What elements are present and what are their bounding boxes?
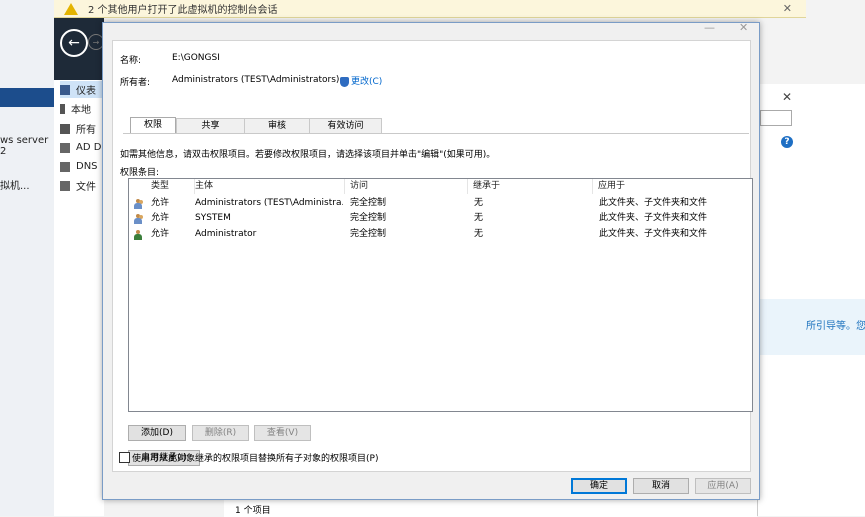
ok-button[interactable]: 确定 (571, 478, 627, 494)
cell-principal: Administrators (TEST\Administra... (195, 198, 343, 208)
column-type[interactable]: 类型 (146, 179, 195, 194)
left-item-vm[interactable]: 拟机... (0, 177, 30, 192)
permission-row[interactable]: 允许 Administrators (TEST\Administra... 完全… (129, 196, 750, 211)
dialog-title-bar: — ✕ (103, 21, 759, 37)
close-icon[interactable]: ✕ (739, 21, 748, 34)
desktop-left-strip: ws server 2 拟机... (0, 0, 54, 516)
apply-button[interactable]: 应用(A) (695, 478, 751, 494)
cell-access: 完全控制 (350, 213, 387, 223)
add-button[interactable]: 添加(D) (128, 425, 186, 441)
cell-principal: Administrator (195, 229, 257, 239)
nav-item-dns[interactable]: DNS (60, 158, 106, 175)
warning-icon (64, 2, 78, 15)
nav-item-dashboard[interactable]: 仪表 (60, 81, 106, 98)
column-applies[interactable]: 应用于 (593, 179, 750, 194)
server-icon (60, 103, 65, 114)
replace-child-permissions-checkbox[interactable] (119, 452, 130, 463)
permission-list[interactable]: 类型 主体 访问 继承于 应用于 允许 Administrators (TEST… (128, 178, 753, 412)
nav-item-all[interactable]: 所有 (60, 120, 106, 137)
notification-text: 2 个其他用户打开了此虚拟机的控制台会话 (88, 5, 278, 16)
tab-divider (123, 133, 749, 134)
cell-type: 允许 (151, 229, 170, 239)
cell-access: 完全控制 (350, 198, 387, 208)
change-owner-link[interactable]: 更改(C) (340, 74, 382, 87)
column-principal[interactable]: 主体 (190, 179, 345, 194)
permission-row[interactable]: 允许 Administrator 完全控制 无 此文件夹、子文件夹和文件 (129, 227, 750, 242)
replace-child-permissions-label[interactable]: 使用可从此对象继承的权限项目替换所有子对象的权限项目(P) (132, 451, 378, 464)
owner-value: Administrators (TEST\Administrators) (172, 75, 340, 85)
group-icon (133, 199, 143, 209)
help-icon[interactable]: ? (781, 136, 793, 148)
tab-audit[interactable]: 审核 (244, 118, 310, 134)
close-icon[interactable]: ✕ (782, 90, 792, 104)
remove-button[interactable]: 删除(R) (192, 425, 249, 441)
nav-item-files[interactable]: 文件 (60, 177, 106, 194)
info-panel-text: 所引导等。您 (806, 321, 865, 332)
cell-inherited: 无 (474, 198, 484, 208)
cell-inherited: 无 (474, 229, 484, 239)
minimize-icon[interactable]: — (704, 21, 715, 34)
servers-icon (60, 123, 70, 134)
back-arrow-icon[interactable]: ← (60, 29, 88, 57)
view-button[interactable]: 查看(V) (254, 425, 311, 441)
cell-principal: SYSTEM (195, 213, 231, 223)
server-manager-list: 仪表 本地 所有 AD D DNS 文件 (54, 80, 106, 516)
tab-effective-access[interactable]: 有效访问 (309, 118, 382, 134)
name-label: 名称: (120, 56, 142, 66)
dns-icon (60, 161, 70, 172)
cell-type: 允许 (151, 213, 170, 223)
tab-share[interactable]: 共享 (176, 118, 245, 134)
nav-item-local[interactable]: 本地 (60, 100, 106, 117)
background-window: ✕ ? 所引导等。您 (757, 84, 865, 516)
entries-label: 权限条目: (120, 168, 160, 178)
tab-permissions[interactable]: 权限 (130, 117, 176, 134)
cell-applies: 此文件夹、子文件夹和文件 (599, 198, 708, 208)
search-icon[interactable] (760, 110, 792, 126)
cell-applies: 此文件夹、子文件夹和文件 (599, 229, 708, 239)
name-value: E:\GONGSI (172, 53, 220, 63)
ad-icon (60, 142, 70, 153)
info-text: 如需其他信息，请双击权限项目。若要修改权限项目，请选择该项目并单击"编辑"(如果… (120, 150, 496, 160)
cell-access: 完全控制 (350, 229, 387, 239)
dashboard-icon (60, 84, 70, 95)
close-icon[interactable]: ✕ (783, 2, 792, 15)
item-count: 1 个项目 (235, 506, 271, 516)
cell-applies: 此文件夹、子文件夹和文件 (599, 213, 708, 223)
selected-highlight (0, 88, 54, 107)
owner-label: 所有者: (120, 78, 151, 88)
advanced-security-dialog: — ✕ 名称: E:\GONGSI 所有者: Administrators (T… (102, 21, 760, 500)
group-icon (133, 214, 143, 224)
user-icon (133, 230, 143, 240)
files-icon (60, 180, 70, 191)
cancel-button[interactable]: 取消 (633, 478, 689, 494)
cell-inherited: 无 (474, 213, 484, 223)
left-item-server[interactable]: ws server 2 (0, 135, 54, 157)
permission-row[interactable]: 允许 SYSTEM 完全控制 无 此文件夹、子文件夹和文件 (129, 211, 750, 226)
dialog-content: 名称: E:\GONGSI 所有者: Administrators (TEST\… (112, 40, 753, 472)
cell-type: 允许 (151, 198, 170, 208)
notification-bar: 2 个其他用户打开了此虚拟机的控制台会话 ✕ (54, 0, 806, 18)
column-inherited[interactable]: 继承于 (468, 179, 593, 194)
nav-item-adds[interactable]: AD D (60, 139, 106, 156)
shield-icon (340, 76, 349, 87)
column-access[interactable]: 访问 (345, 179, 468, 194)
